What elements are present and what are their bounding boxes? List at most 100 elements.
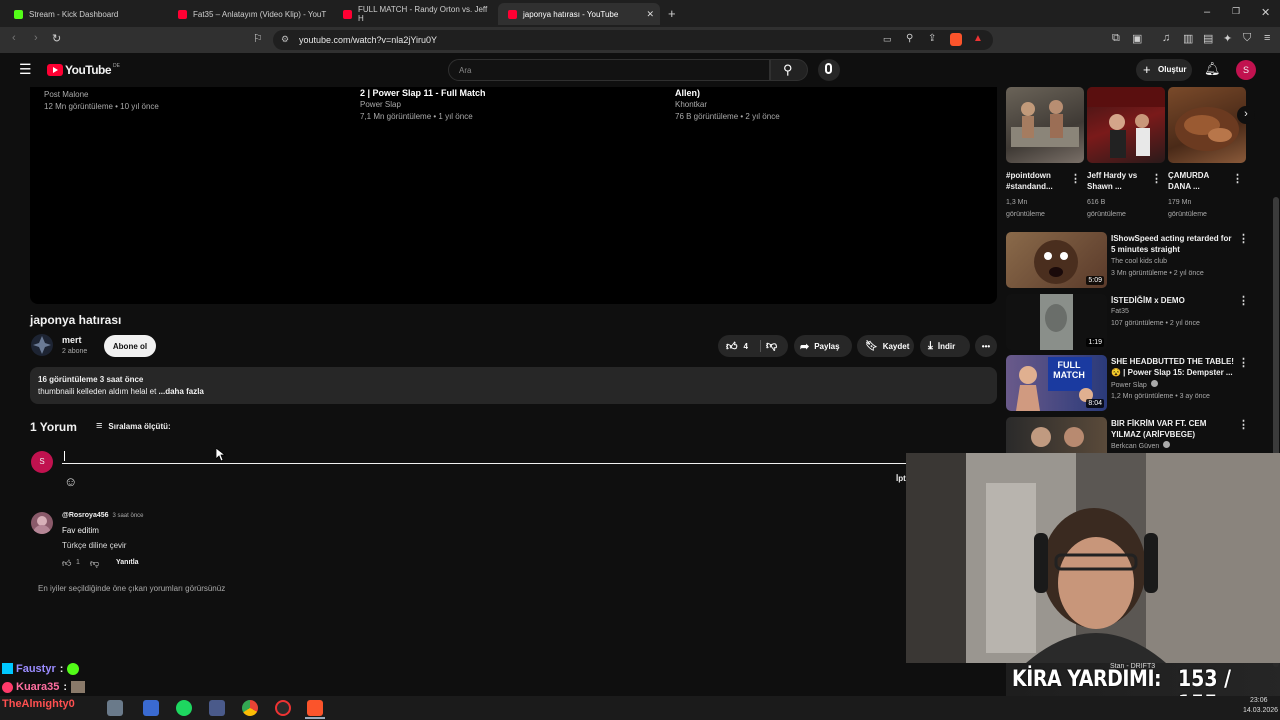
search-input[interactable]: Ara [448, 59, 770, 81]
description-box[interactable]: 16 görüntüleme 3 saat önce thumbnaili ke… [30, 367, 997, 404]
endscreen-card[interactable]: Post Malone 12 Mn görüntüleme • 10 yıl ö… [44, 89, 159, 113]
show-more-link[interactable]: ...daha fazla [159, 387, 204, 396]
browser-tab-active[interactable]: japonya hatırası - YouTube ✕ [498, 3, 660, 25]
emoji-picker-icon[interactable]: ☺ [64, 474, 77, 489]
search-button[interactable]: ⚲ [770, 59, 808, 81]
more-options-icon[interactable]: ⋮ [1238, 294, 1249, 307]
short-title[interactable]: #pointdown #standand... [1006, 170, 1070, 192]
menu-icon[interactable]: ≡ [1264, 32, 1270, 44]
more-options-icon[interactable]: ⋮ [1238, 356, 1249, 369]
like-icon[interactable]: 👍︎ [726, 340, 738, 353]
media-icon[interactable]: ♫ [1162, 32, 1170, 44]
video-channel[interactable]: Fat35 [1111, 306, 1129, 318]
browser-tab-kick[interactable]: Stream - Kick Dashboard [4, 3, 164, 25]
video-thumbnail[interactable] [1006, 417, 1107, 453]
short-views: 179 Mn görüntüleme [1168, 197, 1207, 221]
spotify-icon[interactable] [176, 700, 192, 716]
reload-icon[interactable]: ↻ [52, 32, 61, 45]
address-bar[interactable]: ⚙ youtube.com/watch?v=nla2jYiru0Y ▭ ⚲ ⇪ … [273, 30, 993, 50]
video-thumbnail[interactable]: 5:09 [1006, 232, 1107, 288]
video-title-link[interactable]: SHE HEADBUTTED THE TABLE! 😵 | Power Slap… [1111, 356, 1237, 378]
calculator-icon[interactable] [209, 700, 225, 716]
extensions-icon[interactable]: ⧉ [1112, 32, 1120, 45]
store-icon[interactable] [143, 700, 159, 716]
hamburger-menu-icon[interactable]: ☰ [19, 61, 32, 78]
voice-search-button[interactable] [818, 59, 840, 81]
screenshot-icon[interactable]: ▣ [1132, 32, 1142, 45]
dislike-icon[interactable]: 👎︎ [766, 339, 777, 352]
leo-ai-icon[interactable]: ✦ [1223, 32, 1232, 45]
video-player[interactable]: Post Malone 12 Mn görüntüleme • 10 yıl ö… [30, 87, 997, 304]
back-icon[interactable]: ‹ [12, 32, 16, 44]
file-explorer-icon[interactable] [107, 700, 123, 716]
short-thumbnail[interactable] [1087, 87, 1165, 163]
commenter-avatar[interactable] [31, 512, 53, 534]
more-actions-button[interactable]: ••• [975, 335, 997, 357]
video-channel[interactable]: The cool kids club [1111, 256, 1167, 268]
account-avatar[interactable]: S [1236, 60, 1256, 80]
youtube-logo[interactable]: YouTube DE [47, 63, 120, 77]
share-arrow-icon: ➦ [800, 340, 810, 353]
close-window-icon[interactable]: ✕ [1261, 6, 1270, 19]
comment-dislike-icon[interactable]: 👎︎ [90, 558, 99, 569]
create-button[interactable]: + Oluştur [1136, 59, 1192, 81]
comment-time[interactable]: 3 saat önce [112, 513, 143, 519]
video-thumbnail[interactable]: 1:19 [1006, 294, 1107, 350]
wallet-icon[interactable]: ▤ [1203, 32, 1213, 45]
short-title[interactable]: ÇAMURDA DANA ... [1168, 170, 1232, 192]
comment-input[interactable] [62, 448, 908, 464]
share-icon[interactable]: ⇪ [928, 33, 936, 44]
minimize-icon[interactable]: – [1204, 6, 1210, 18]
close-tab-icon[interactable]: ✕ [646, 9, 654, 20]
obs-icon[interactable] [275, 700, 291, 716]
cast-icon[interactable]: ▭ [883, 34, 892, 45]
clock-date[interactable]: 14.03.2026 [1243, 707, 1278, 714]
more-options-icon[interactable]: ⋮ [1238, 418, 1249, 431]
more-options-icon[interactable]: ⋮ [1232, 172, 1243, 185]
new-tab-icon[interactable]: + [668, 6, 676, 21]
reply-button[interactable]: Yanıtla [116, 559, 139, 566]
zoom-icon[interactable]: ⚲ [906, 33, 913, 44]
video-meta: 1,2 Mn görüntüleme • 3 ay önce [1111, 393, 1210, 400]
video-thumbnail[interactable]: FULL MATCH 8:04 [1006, 355, 1107, 411]
shorts-next-icon[interactable]: › [1237, 106, 1255, 124]
endscreen-card[interactable]: Allen) Khontkar 76 B görüntüleme • 2 yıl… [675, 87, 780, 123]
clock-time[interactable]: 23:06 [1250, 697, 1268, 704]
brave-browser-icon[interactable] [307, 700, 323, 716]
notifications-bell-icon[interactable]: 🔔︎ [1204, 61, 1221, 77]
brave-rewards-icon[interactable]: ▲ [973, 33, 983, 44]
brave-shield-icon[interactable] [950, 33, 962, 46]
comment-author[interactable]: @Rosroya456 [62, 512, 109, 519]
short-thumbnail[interactable] [1006, 87, 1084, 163]
video-channel[interactable]: Berkcan Güven [1111, 441, 1171, 453]
maximize-icon[interactable]: ❐ [1232, 6, 1240, 17]
endscreen-card[interactable]: 2 | Power Slap 11 - Full Match Power Sla… [360, 87, 486, 123]
share-button[interactable]: ➦ Paylaş [794, 335, 852, 357]
subscribe-button[interactable]: Abone ol [104, 335, 156, 357]
sort-comments-button[interactable]: ≡ Sıralama ölçütü: [96, 420, 171, 432]
more-options-icon[interactable]: ⋮ [1151, 172, 1162, 185]
channel-avatar[interactable] [31, 334, 53, 356]
video-title-link[interactable]: İSTEDİĞİM x DEMO [1111, 295, 1237, 306]
browser-tab-fat35[interactable]: Fat35 – Anlatayım (Video Klip) - YouT [168, 3, 330, 25]
channel-name[interactable]: mert [62, 335, 82, 345]
video-title-link[interactable]: IShowSpeed acting retarded for 5 minutes… [1111, 233, 1237, 255]
forward-icon[interactable]: › [34, 32, 38, 44]
download-button[interactable]: ⤓ İndir [920, 335, 970, 357]
comment-like-icon[interactable]: 👍︎ [62, 558, 71, 569]
more-options-icon[interactable]: ⋮ [1070, 172, 1081, 185]
cancel-comment-button[interactable]: İpt [896, 474, 906, 483]
browser-tab-full-match[interactable]: FULL MATCH - Randy Orton vs. Jeff H [333, 3, 495, 25]
video-title-link[interactable]: BIR FİKRİM VAR FT. CEM YILMAZ (ARİFVBEGE… [1111, 418, 1237, 440]
vpn-icon[interactable]: ⛉ [1243, 32, 1251, 45]
logo-text: YouTube [65, 63, 112, 77]
tab-title: japonya hatırası - YouTube [523, 9, 619, 19]
chrome-icon[interactable] [242, 700, 258, 716]
short-title[interactable]: Jeff Hardy vs Shawn ... [1087, 170, 1151, 192]
sidebar-icon[interactable]: ▥ [1183, 32, 1193, 45]
site-info-icon[interactable]: ⚙ [281, 34, 289, 45]
bookmark-icon[interactable]: ⚐ [253, 32, 263, 45]
short-thumbnail[interactable] [1168, 87, 1246, 163]
more-options-icon[interactable]: ⋮ [1238, 232, 1249, 245]
save-button[interactable]: 🔖︎ Kaydet [857, 335, 914, 357]
